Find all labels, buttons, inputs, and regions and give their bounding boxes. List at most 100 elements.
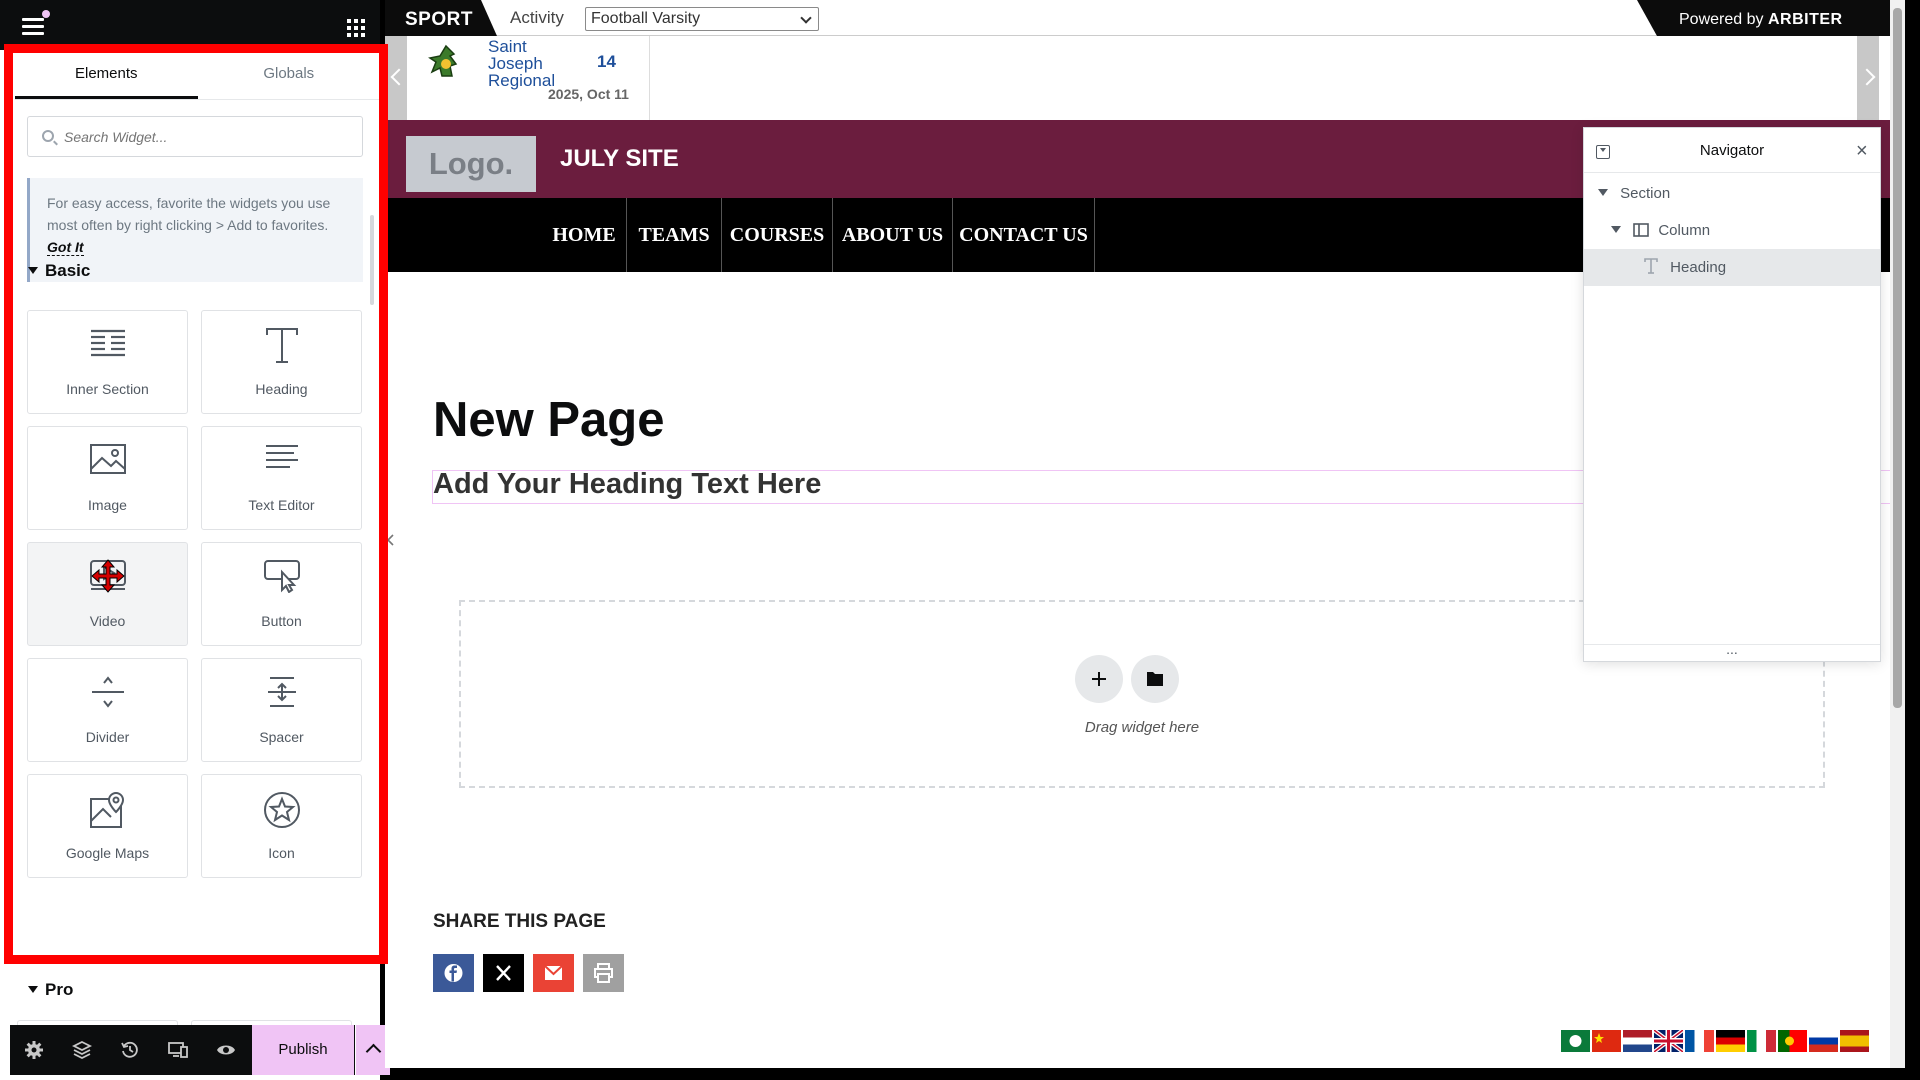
- got-it-link[interactable]: Got It: [47, 239, 84, 256]
- tree-item-heading[interactable]: Heading: [1584, 249, 1880, 286]
- tip-text: For easy access, favorite the widgets yo…: [47, 195, 331, 233]
- widget-icon[interactable]: Icon: [201, 774, 362, 878]
- widget-label: Heading: [255, 381, 308, 397]
- caret-down-icon[interactable]: [1598, 189, 1608, 196]
- nav-courses[interactable]: COURSES: [722, 198, 833, 272]
- team-name-line1: Saint: [488, 37, 527, 56]
- widget-label: Text Editor: [248, 497, 315, 513]
- widget-label: Spacer: [259, 729, 304, 745]
- close-icon[interactable]: ×: [1856, 141, 1868, 161]
- navigator-title: Navigator: [1699, 142, 1765, 159]
- collapse-panel-chevron-icon[interactable]: [386, 534, 396, 546]
- caret-down-icon: [28, 986, 38, 993]
- email-share-button[interactable]: [533, 954, 574, 992]
- editor-footer: Publish: [10, 1025, 390, 1075]
- french-flag[interactable]: [1685, 1030, 1714, 1052]
- team-score: 14: [597, 52, 616, 71]
- spacer-icon: [267, 677, 296, 707]
- google-maps-icon: [89, 791, 124, 828]
- search-widget-input[interactable]: [64, 126, 354, 148]
- envelope-icon: [544, 965, 563, 980]
- russian-flag[interactable]: [1809, 1030, 1838, 1052]
- heading-icon: [1644, 258, 1658, 274]
- add-section-plus-icon[interactable]: [1075, 655, 1123, 703]
- publish-button[interactable]: Publish: [252, 1025, 354, 1075]
- game-date: 2025, Oct 11: [548, 86, 629, 102]
- tab-globals[interactable]: Globals: [198, 54, 381, 99]
- settings-icon[interactable]: [24, 1040, 44, 1060]
- spanish-flag[interactable]: [1840, 1030, 1869, 1052]
- star-icon: [263, 792, 300, 828]
- editor-top-bar: [0, 0, 380, 50]
- menu-icon[interactable]: [22, 10, 50, 36]
- divider-icon: [91, 676, 124, 708]
- panel-scrollbar[interactable]: [370, 215, 374, 305]
- basic-category-toggle[interactable]: Basic: [28, 261, 90, 281]
- portuguese-flag[interactable]: [1778, 1030, 1807, 1052]
- tree-label: Section: [1620, 185, 1671, 202]
- site-title[interactable]: JULY SITE: [560, 145, 679, 173]
- basic-category-label: Basic: [45, 261, 91, 280]
- widget-button[interactable]: Button: [201, 542, 362, 646]
- widget-text-editor[interactable]: Text Editor: [201, 426, 362, 530]
- widget-spacer[interactable]: Spacer: [201, 658, 362, 762]
- layers-icon[interactable]: [72, 1040, 92, 1060]
- drop-zone-hint: Drag widget here: [1084, 719, 1200, 736]
- search-widget-box[interactable]: [27, 116, 363, 157]
- inner-section-icon: [90, 329, 125, 357]
- tree-item-column[interactable]: Column: [1584, 212, 1880, 249]
- ticker-prev-arrow[interactable]: [385, 36, 407, 120]
- sport-brand: SPORT: [385, 0, 497, 36]
- pro-category-toggle[interactable]: Pro: [28, 980, 73, 1000]
- site-logo[interactable]: Logo.: [406, 136, 536, 192]
- widget-grid: Inner Section Heading Image Text Editor …: [27, 310, 363, 878]
- ticker-next-arrow[interactable]: [1857, 36, 1879, 120]
- nav-contact-us[interactable]: CONTACT US: [953, 198, 1095, 272]
- facebook-share-button[interactable]: [433, 954, 474, 992]
- responsive-icon[interactable]: [168, 1040, 188, 1060]
- widget-image[interactable]: Image: [27, 426, 188, 530]
- caret-down-icon[interactable]: [1611, 226, 1621, 233]
- widget-label: Video: [89, 613, 126, 629]
- widget-google-maps[interactable]: Google Maps: [27, 774, 188, 878]
- team-name[interactable]: Saint Joseph Regional: [488, 38, 578, 89]
- column-icon: [1633, 223, 1649, 237]
- scoreboard-ticker: Saint Joseph Regional 14 2025, Oct 11: [385, 36, 1905, 120]
- nav-teams[interactable]: TEAMS: [627, 198, 722, 272]
- italian-flag[interactable]: [1747, 1030, 1776, 1052]
- activity-select[interactable]: Football Varsity: [585, 7, 819, 31]
- widget-inner-section[interactable]: Inner Section: [27, 310, 188, 414]
- navigator-resize-handle[interactable]: ...: [1584, 642, 1880, 662]
- german-flag[interactable]: [1716, 1030, 1745, 1052]
- heading-widget-text[interactable]: Add Your Heading Text Here: [433, 468, 821, 501]
- chinese-flag[interactable]: [1592, 1030, 1621, 1052]
- english-flag[interactable]: [1652, 1028, 1685, 1054]
- template-library-folder-icon[interactable]: [1131, 655, 1179, 703]
- arabic-flag[interactable]: [1561, 1030, 1590, 1052]
- dutch-flag[interactable]: [1623, 1030, 1652, 1052]
- widgets-grid-icon[interactable]: [347, 19, 365, 37]
- page-scrollbar[interactable]: [1890, 0, 1905, 1068]
- print-share-button[interactable]: [583, 954, 624, 992]
- heading-icon: [265, 328, 298, 363]
- tab-elements[interactable]: Elements: [15, 54, 198, 99]
- preview-eye-icon[interactable]: [216, 1040, 236, 1060]
- widget-video[interactable]: Video: [27, 542, 188, 646]
- arbiter-logo: ARBITER: [1767, 11, 1843, 28]
- widget-heading[interactable]: Heading: [201, 310, 362, 414]
- move-cursor-icon: [90, 559, 125, 593]
- widget-divider[interactable]: Divider: [27, 658, 188, 762]
- nav-about-us[interactable]: ABOUT US: [833, 198, 953, 272]
- widget-label: Button: [261, 613, 302, 629]
- text-editor-icon: [265, 445, 298, 468]
- widget-label: Google Maps: [65, 845, 150, 861]
- pro-category-label: Pro: [45, 980, 74, 999]
- tree-item-section[interactable]: Section: [1584, 175, 1880, 212]
- page-title[interactable]: New Page: [433, 392, 664, 448]
- scrollbar-thumb[interactable]: [1893, 8, 1902, 708]
- powered-by-badge[interactable]: Powered by ARBITER: [1637, 0, 1905, 36]
- nav-home[interactable]: HOME: [542, 198, 627, 272]
- navigator-header: Navigator ×: [1584, 128, 1880, 173]
- x-share-button[interactable]: [483, 954, 524, 992]
- history-icon[interactable]: [120, 1040, 140, 1060]
